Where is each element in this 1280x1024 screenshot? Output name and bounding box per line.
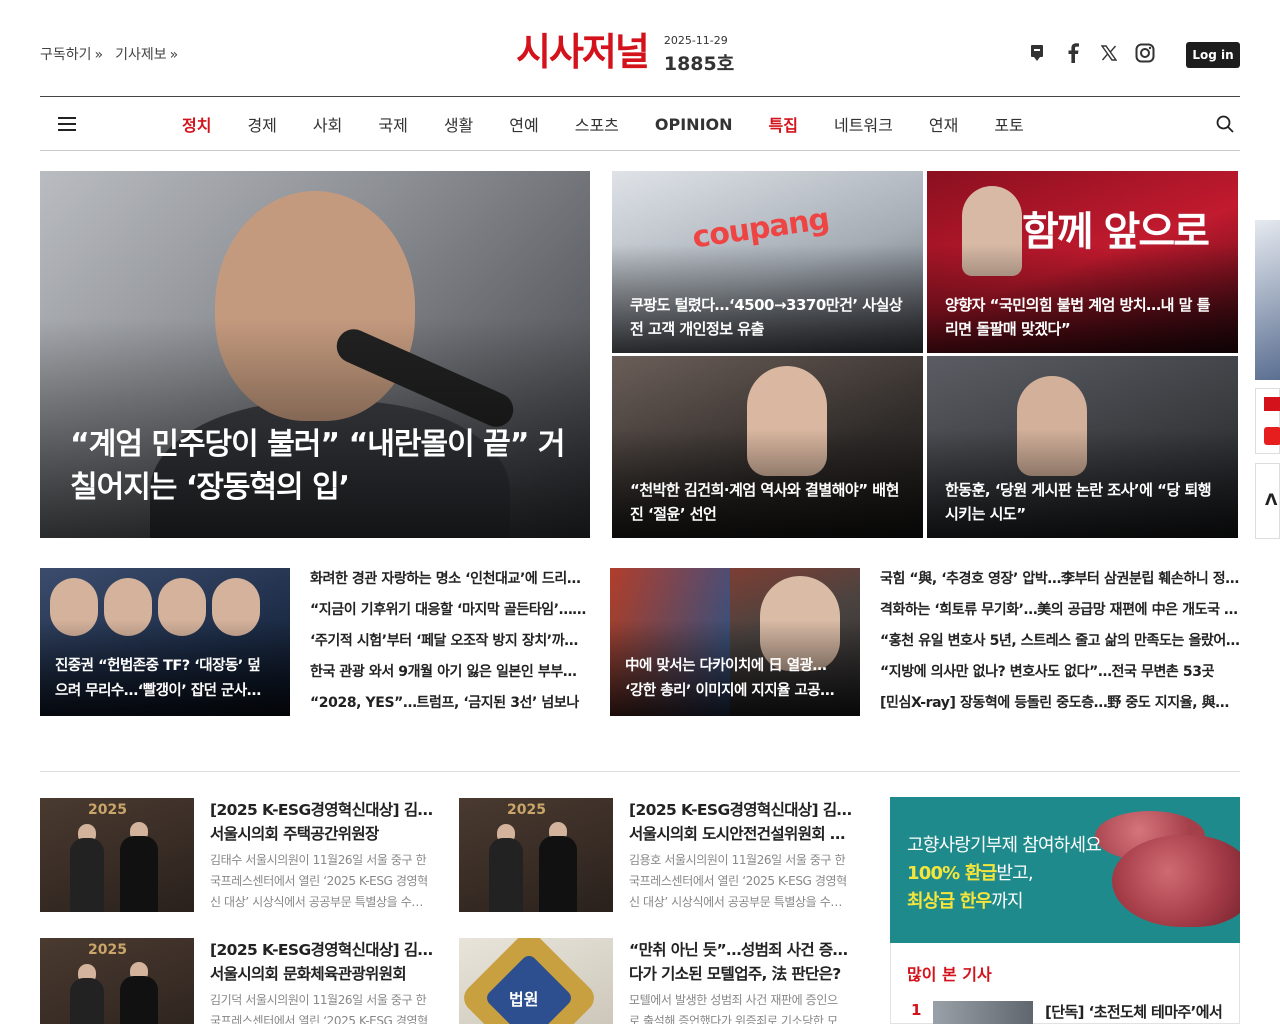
hero-tile[interactable]: coupang 쿠팡도 털렸다…‘4500→3370만건’ 사실상 전 고객 개… [612, 171, 923, 353]
middle-thumb-article[interactable]: 中에 맞서는 다카이치에 日 열광… ‘강한 총리’ 이미지에 지지율 고공… [610, 568, 860, 716]
search-icon[interactable] [1216, 115, 1234, 133]
middle-thumb-title[interactable]: 진중권 “헌법존중 TF? ‘대장동’ 덮 으려 무리수…‘빨갱이’ 잡던 군사… [55, 654, 281, 704]
popular-articles: 많이 본 기사 1 [단독] ‘초전도체 테마주’에서 [890, 943, 1240, 1024]
article-card[interactable]: 2025 [2025 K-ESG경영혁신대상] 김태수 서울시의회 주택공간위원… [40, 798, 440, 914]
side-banner[interactable] [1255, 388, 1280, 454]
hero-tile[interactable]: 함께 앞으로 양향자 “국민의힘 불법 계엄 방치…내 말 틀 리면 돌팔매 맞… [927, 171, 1238, 353]
issue-info: 2025-11-29 1885호 [664, 34, 734, 76]
article-summary: 김기덕 서울시의원이 11월26일 서울 중구 한 국프레스센터에서 열린 ‘20… [210, 993, 428, 1024]
subscribe-link[interactable]: 구독하기» [40, 44, 103, 64]
headline-item[interactable]: “홍천 유일 변호사 5년, 스트레스 줄고 삶의 만족도는 올랐어… [880, 630, 1240, 661]
chevron-right-icon: » [169, 47, 179, 63]
hero-tile[interactable]: “천박한 김건희·계엄 역사와 결별해야” 배현 진 ‘절윤’ 선언 [612, 356, 923, 538]
hero-main-title[interactable]: “계엄 민주당이 불러” “내란몰이 끝” 거 칠어지는 ‘장동혁의 입’ [70, 423, 570, 509]
article-title[interactable]: “만취 아닌 듯”…성범죄 사건 증언했 다가 기소된 모텔업주, 法 판단은? [629, 938, 859, 986]
facebook-icon[interactable] [1062, 42, 1084, 64]
headline-item[interactable]: 화려한 경관 자랑하는 명소 ‘인천대교’에 드리… [310, 568, 590, 599]
headline-list-right: 국힘 “與, ‘추경호 영장’ 압박…李부터 삼권분립 훼손하니 정… 격화하는 … [880, 568, 1240, 723]
nav-item[interactable]: 네트워크 [816, 112, 911, 136]
nav-item[interactable]: 연재 [911, 112, 976, 136]
headline-item[interactable]: 격화하는 ‘희토류 무기화’…美의 공급망 재편에 中은 개도국 … [880, 599, 1240, 630]
article-title[interactable]: [2025 K-ESG경영혁신대상] 김태수 서울시의회 주택공간위원장 [210, 798, 440, 846]
nav-item[interactable]: 스포츠 [557, 112, 637, 136]
article-title[interactable]: [2025 K-ESG경영혁신대상] 김용호 서울시의회 도시안전건설위원회 … [629, 798, 859, 846]
hero-tile-title[interactable]: 쿠팡도 털렸다…‘4500→3370만건’ 사실상 전 고객 개인정보 유출 [630, 293, 910, 341]
login-button[interactable]: Log in [1186, 42, 1240, 68]
popular-rank: 1 [911, 1001, 922, 1019]
nav-item[interactable]: 연예 [491, 112, 556, 136]
hero-tile-title[interactable]: 한동훈, ‘당원 게시판 논란 조사’에 “당 퇴행 시키는 시도” [945, 478, 1225, 526]
article-thumbnail[interactable]: 2025 [40, 938, 194, 1024]
nav-item[interactable]: 특집 [751, 112, 816, 136]
headline-item[interactable]: [민심X-ray] 장동혁에 등돌린 중도층…野 중도 지지율, 與에 ‘… [880, 692, 1240, 723]
site-header: 구독하기» 기사제보» 시사저널 2025-11-29 1885호 Log in [40, 0, 1240, 96]
nav-item[interactable]: OPINION [637, 115, 751, 134]
article-thumbnail[interactable]: 2025 [40, 798, 194, 912]
middle-thumb-article[interactable]: 진중권 “헌법존중 TF? ‘대장동’ 덮 으려 무리수…‘빨갱이’ 잡던 군사… [40, 568, 290, 716]
hero-tile-title[interactable]: 양향자 “국민의힘 불법 계엄 방치…내 말 틀 리면 돌팔매 맞겠다” [945, 293, 1225, 341]
article-summary: 김용호 서울시의원이 11월26일 서울 중구 한 국프레스센터에서 열린 ‘20… [629, 853, 847, 909]
article-card[interactable]: 법원 “만취 아닌 듯”…성범죄 사건 증언했 다가 기소된 모텔업주, 法 판… [459, 938, 859, 1024]
issue-number: 1885호 [663, 53, 735, 75]
hero-main-article[interactable]: “계엄 민주당이 불러” “내란몰이 끝” 거 칠어지는 ‘장동혁의 입’ [40, 171, 590, 538]
headline-list-left: 화려한 경관 자랑하는 명소 ‘인천대교’에 드리… “지금이 기후위기 대응할 … [310, 568, 590, 723]
headline-item[interactable]: 한국 관광 와서 9개월 아기 잃은 일본인 부부… [310, 661, 590, 692]
article-thumbnail[interactable]: 2025 [459, 798, 613, 912]
headline-item[interactable]: “지방에 의사만 없나? 변호사도 없다”…전국 무변촌 53곳 [880, 661, 1240, 692]
hero-tile[interactable]: 한동훈, ‘당원 게시판 논란 조사’에 “당 퇴행 시키는 시도” [927, 356, 1238, 538]
nav-item[interactable]: 생활 [426, 112, 491, 136]
hometown-donation-ad[interactable]: 고향사랑기부제 참여하세요 100% 환급받고, 최상급 한우까지 [890, 797, 1240, 943]
nav-item[interactable]: 포토 [976, 112, 1041, 136]
article-title[interactable]: [2025 K-ESG경영혁신대상] 김기덕 서울시의회 문화체육관광위원회 [210, 938, 440, 986]
nav-item[interactable]: 사회 [295, 112, 360, 136]
newsletter-icon[interactable] [1026, 42, 1048, 64]
headline-item[interactable]: ‘주기적 시험’부터 ‘페달 오조작 방지 장치’까지… [310, 630, 590, 661]
logo-block: 시사저널 2025-11-29 1885호 [516, 30, 734, 76]
hero-tile-title[interactable]: “천박한 김건희·계엄 역사와 결별해야” 배현 진 ‘절윤’ 선언 [630, 478, 910, 526]
headline-item[interactable]: “지금이 기후위기 대응할 ‘마지막 골든타임’…… [310, 599, 590, 630]
middle-thumb-title[interactable]: 中에 맞서는 다카이치에 日 열광… ‘강한 총리’ 이미지에 지지율 고공… [625, 654, 851, 704]
article-thumbnail[interactable]: 법원 [459, 938, 613, 1024]
social-links [1026, 42, 1156, 64]
side-banner[interactable] [1255, 220, 1280, 380]
article-card[interactable]: 2025 [2025 K-ESG경영혁신대상] 김기덕 서울시의회 문화체육관광… [40, 938, 440, 1024]
popular-thumbnail[interactable] [933, 1001, 1033, 1024]
instagram-icon[interactable] [1134, 42, 1156, 64]
tip-link[interactable]: 기사제보» [115, 44, 178, 64]
side-banner[interactable]: Λ [1255, 463, 1280, 539]
site-logo[interactable]: 시사저널 [516, 30, 650, 74]
issue-date: 2025-11-29 [663, 34, 728, 47]
article-card[interactable]: 2025 [2025 K-ESG경영혁신대상] 김용호 서울시의회 도시안전건설… [459, 798, 859, 914]
play-icon [1264, 427, 1280, 445]
x-icon[interactable] [1098, 42, 1120, 64]
nav-item[interactable]: 경제 [229, 112, 294, 136]
nav-items: 정치 경제 사회 국제 생활 연예 스포츠 OPINION 특집 네트워크 연재 포토 [164, 97, 1042, 151]
main-nav: 정치 경제 사회 국제 생활 연예 스포츠 OPINION 특집 네트워크 연재 포토 [40, 96, 1240, 151]
section-divider [40, 771, 1240, 772]
nav-item[interactable]: 국제 [360, 112, 425, 136]
hamburger-menu-icon[interactable] [58, 117, 76, 131]
popular-title[interactable]: [단독] ‘초전도체 테마주’에서 [1045, 1001, 1223, 1022]
popular-heading: 많이 본 기사 [907, 965, 992, 984]
headline-item[interactable]: 국힘 “與, ‘추경호 영장’ 압박…李부터 삼권분립 훼손하니 정… [880, 568, 1240, 599]
chevron-right-icon: » [94, 47, 104, 63]
headline-item[interactable]: “2028, YES”…트럼프, ‘금지된 3선’ 넘보나 [310, 692, 590, 723]
article-summary: 모텔에서 발생한 성범죄 사건 재판에 증인으 로 출석해 증언했다가 위증죄로 … [629, 993, 838, 1024]
header-links: 구독하기» 기사제보» [40, 44, 178, 64]
article-summary: 김태수 서울시의원이 11월26일 서울 중구 한 국프레스센터에서 열린 ‘20… [210, 853, 428, 909]
nav-item[interactable]: 정치 [164, 112, 229, 136]
